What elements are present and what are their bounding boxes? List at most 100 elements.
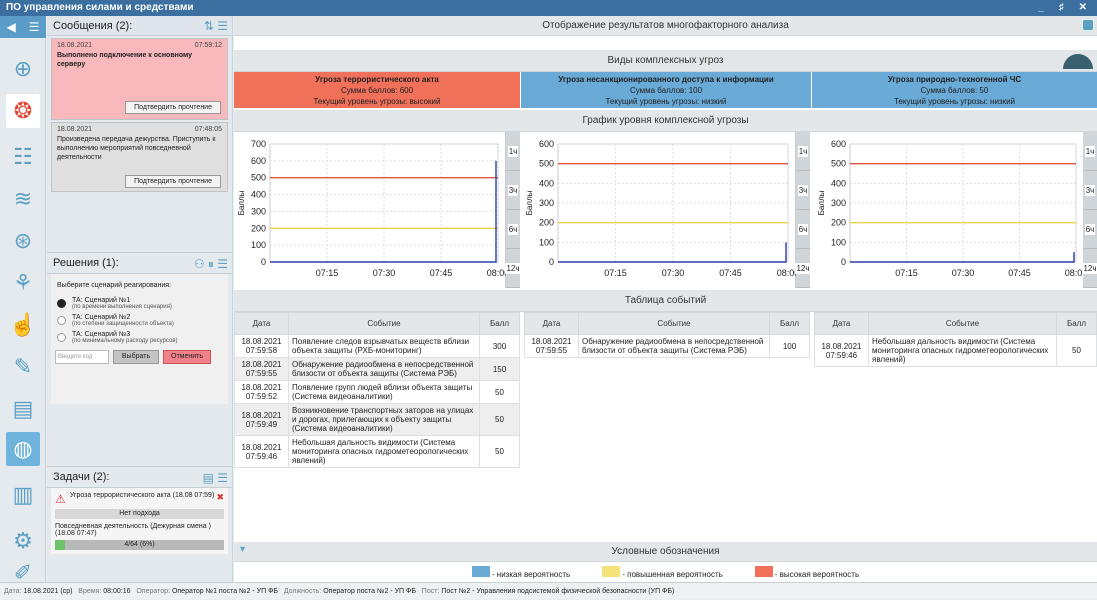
time-range-button[interactable]: 3ч xyxy=(506,171,520,210)
legend-item: - высокая вероятность xyxy=(754,565,860,579)
table-row[interactable]: 18.08.2021 07:59:55 Обнаружение радиообмен… xyxy=(234,357,520,381)
hand-icon[interactable]: ☝ xyxy=(6,308,40,342)
time-range-button[interactable]: 6ч xyxy=(506,210,520,249)
network-globe-icon[interactable]: ⊛ xyxy=(6,224,40,258)
y-tick-label: 400 xyxy=(251,190,266,200)
y-tick-label: 100 xyxy=(539,237,554,247)
time-range-button[interactable]: 1ч xyxy=(506,132,520,171)
time-range-label: 6ч xyxy=(1084,223,1096,235)
scenario-title: ТА: Сценарий №1 xyxy=(72,297,131,304)
message-item: 18.08.2021 07:59:12 Выполнено подключени… xyxy=(51,38,228,120)
confirm-read-button[interactable]: Подтвердить прочтение xyxy=(125,101,221,114)
time-range-label: 6ч xyxy=(797,223,809,235)
column-header-score[interactable]: Балл xyxy=(769,312,810,335)
legend-label: - высокая вероятность xyxy=(774,569,860,579)
solutions-view-icon[interactable]: ⚇ ⏸ ☰ xyxy=(194,257,228,272)
confirm-read-button[interactable]: Подтвердить прочтение xyxy=(125,175,221,188)
select-button[interactable]: Выбрать xyxy=(113,350,159,364)
column-header-score[interactable]: Балл xyxy=(1056,312,1097,335)
alert-circle-icon[interactable]: ❂ xyxy=(6,94,40,128)
column-header-event[interactable]: Событие xyxy=(288,312,480,335)
back-arrow-icon[interactable]: ◀ xyxy=(7,20,16,34)
time-range-button[interactable]: 12ч xyxy=(795,249,811,288)
messages-title: Сообщения (2): xyxy=(53,19,133,32)
window-controls[interactable]: _ ♯ ✕ xyxy=(1039,0,1094,16)
time-range-button[interactable]: 3ч xyxy=(1083,171,1097,210)
column-header-date[interactable]: Дата xyxy=(814,312,869,335)
threat-card[interactable]: Угроза террористического акта Сумма балл… xyxy=(234,72,520,108)
time-range-buttons: 1ч3ч6ч12ч24ч xyxy=(795,132,811,327)
gamepad-icon[interactable]: ⊕ xyxy=(6,52,40,86)
threat-card[interactable]: Угроза природно-техногенной ЧС Сумма бал… xyxy=(812,72,1097,108)
column-header-event[interactable]: Событие xyxy=(868,312,1057,335)
time-range-label: 6ч xyxy=(507,223,519,235)
scenario-radio[interactable] xyxy=(57,333,66,342)
megaphone-icon[interactable]: ✎ xyxy=(6,350,40,384)
collapse-icon[interactable] xyxy=(1083,20,1093,30)
event-time: 07:59:46 xyxy=(245,451,278,461)
solutions-prompt: Выберите сценарий реагирования: xyxy=(57,282,172,289)
threat-chart: 0 100 200 300 400 500 600 700 07:15 07:30 07:45 08:… xyxy=(234,132,509,288)
status-label: Оператор: xyxy=(136,588,170,595)
table-row[interactable]: 18.08.2021 07:59:46 Небольшая дальность ви… xyxy=(814,334,1097,367)
y-axis-label: Баллы xyxy=(237,190,246,215)
y-tick-label: 600 xyxy=(251,156,266,166)
message-text: Произведена передача дежурства. Приступи… xyxy=(57,136,216,161)
scenario-radio[interactable] xyxy=(57,316,66,325)
hierarchy-icon[interactable]: ⚘ xyxy=(6,266,40,300)
time-range-button[interactable]: 1ч xyxy=(1083,132,1097,171)
shield-badge-icon[interactable]: ⚙ xyxy=(6,524,40,558)
table-row[interactable]: 18.08.2021 07:59:46 Небольшая дальность ви… xyxy=(234,435,520,468)
x-tick-label: 07:30 xyxy=(952,268,975,278)
table-header-row: Дата Событие Балл xyxy=(814,312,1097,335)
y-tick-label: 0 xyxy=(261,257,266,267)
time-range-button[interactable]: 6ч xyxy=(796,210,810,249)
column-header-event[interactable]: Событие xyxy=(578,312,770,335)
table-header-row: Дата Событие Балл xyxy=(234,312,520,335)
event-date: 18.08.2021 xyxy=(241,337,282,346)
table-row[interactable]: 18.08.2021 07:59:52 Появление групп людей … xyxy=(234,380,520,404)
scenario-option[interactable]: ТА: Сценарий №2 (по степени защищенности … xyxy=(55,314,224,327)
scenario-option[interactable]: ТА: Сценарий №1 (по времени выполнения сц… xyxy=(55,297,224,310)
people-group-icon[interactable]: ☷ xyxy=(6,140,40,174)
x-tick-label: 07:45 xyxy=(430,268,453,278)
task-item[interactable]: ⚠ Угроза террористического акта (18.08 0… xyxy=(55,492,224,506)
chevron-down-icon[interactable]: ▾ xyxy=(240,544,245,555)
event-text: Появление следов взрывчатых веществ вбли… xyxy=(288,334,480,358)
table-row[interactable]: 18.08.2021 07:59:49 Возникновение транспор… xyxy=(234,403,520,436)
y-tick-label: 0 xyxy=(841,257,846,267)
messages-sort-icon[interactable]: ⇅ ☰ xyxy=(204,19,228,33)
tasks-view-icon[interactable]: ▤ ☰ xyxy=(203,471,228,485)
column-header-date[interactable]: Дата xyxy=(524,312,579,335)
time-range-button[interactable]: 3ч xyxy=(796,171,810,210)
bar-chart-icon[interactable]: ▥ xyxy=(6,478,40,512)
menu-icon[interactable]: ☰ xyxy=(29,20,40,34)
time-range-button[interactable]: 1ч xyxy=(796,132,810,171)
threat-card[interactable]: Угроза несанкционированного доступа к ин… xyxy=(521,72,811,108)
time-range-button[interactable]: 6ч xyxy=(1083,210,1097,249)
event-score: 100 xyxy=(769,334,810,358)
event-text: Обнаружение радиообмена в непосредственн… xyxy=(288,357,480,381)
title-bar: ПО управления силами и средствами _ ♯ ✕ xyxy=(0,0,1097,16)
scenario-option[interactable]: ТА: Сценарий №3 (по минимальному расходу … xyxy=(55,331,224,344)
y-tick-label: 600 xyxy=(831,139,846,149)
time-range-button[interactable]: 12ч xyxy=(505,249,521,288)
code-input[interactable]: Введите код xyxy=(55,350,109,364)
analysis-globe-icon[interactable]: ◍ xyxy=(6,432,40,466)
close-icon[interactable]: ✖ xyxy=(216,492,224,503)
scenario-radio[interactable] xyxy=(57,299,66,308)
column-header-score[interactable]: Балл xyxy=(479,312,520,335)
event-score: 50 xyxy=(479,435,520,468)
time-range-button[interactable]: 12ч xyxy=(1082,249,1097,288)
events-table: Дата Событие Балл 18.08.2021 07:59:55 Обнаруж… xyxy=(524,312,810,358)
time-range-label: 3ч xyxy=(507,184,519,196)
table-row[interactable]: 18.08.2021 07:59:58 Появление следов взрыв… xyxy=(234,334,520,358)
document-icon[interactable]: ▤ xyxy=(6,392,40,426)
column-header-date[interactable]: Дата xyxy=(234,312,289,335)
cancel-button[interactable]: Отменить xyxy=(163,350,211,364)
layers-icon[interactable]: ≋ xyxy=(6,182,40,216)
legend-label: - низкая вероятность xyxy=(491,569,571,579)
rail-top-controls: ◀ ☰ xyxy=(0,16,46,38)
table-row[interactable]: 18.08.2021 07:59:55 Обнаружение радиообмен… xyxy=(524,334,810,358)
event-score: 50 xyxy=(479,403,520,436)
